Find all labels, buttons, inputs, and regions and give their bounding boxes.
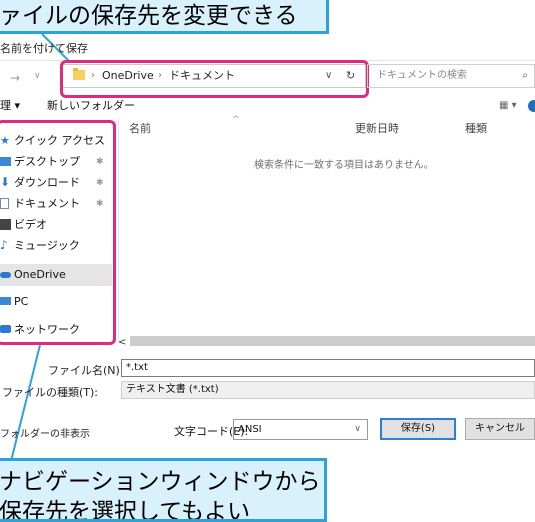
- encoding-select[interactable]: ANSI ∨: [233, 419, 368, 440]
- search-input[interactable]: ドキュメントの検索 ⌕: [367, 64, 535, 88]
- filetype-select[interactable]: テキスト文書 (*.txt): [121, 381, 535, 399]
- navigation-pane-highlight: [0, 120, 116, 345]
- help-icon[interactable]: [528, 100, 535, 112]
- scroll-left-button[interactable]: <: [118, 337, 126, 348]
- recent-locations-button[interactable]: ∨: [34, 71, 41, 81]
- callout-leader-bottom: [10, 344, 41, 460]
- toolbar: 理 ▾ 新しいフォルダー ▦ ▾: [0, 95, 535, 117]
- hide-folders-button[interactable]: フォルダーの非表示: [0, 425, 90, 440]
- filetype-value: テキスト文書 (*.txt): [126, 384, 219, 395]
- view-options-button[interactable]: ▦ ▾: [499, 95, 517, 117]
- filetype-label: ファイルの種類(T):: [2, 386, 99, 399]
- chevron-down-icon: ∨: [354, 424, 361, 434]
- filename-label: ファイル名(N):: [48, 364, 124, 377]
- column-header-name[interactable]: 名前: [129, 120, 151, 136]
- callout-bottom: ナビゲーションウィンドウから 保存先を選択してもよい: [0, 458, 327, 522]
- column-header-modified[interactable]: 更新日時: [355, 120, 399, 136]
- dialog-title: 名前を付けて保存: [0, 42, 88, 55]
- scrollbar-thumb[interactable]: [130, 336, 535, 346]
- encoding-value: ANSI: [238, 424, 262, 435]
- search-icon[interactable]: ⌕: [522, 65, 528, 87]
- column-header-type[interactable]: 種類: [465, 120, 487, 136]
- cancel-button[interactable]: キャンセル: [465, 418, 535, 440]
- organize-button[interactable]: 理 ▾: [0, 95, 20, 117]
- search-placeholder: ドキュメントの検索: [377, 70, 467, 81]
- forward-button[interactable]: →: [10, 71, 20, 85]
- filename-input[interactable]: *.txt: [121, 359, 535, 377]
- pane-divider[interactable]: [118, 118, 119, 343]
- address-bar-highlight: [60, 60, 369, 98]
- callout-top: ァイルの保存先を変更できる: [0, 0, 329, 34]
- save-button[interactable]: 保存(S): [380, 418, 456, 440]
- callout-bottom-text: ナビゲーションウィンドウから 保存先を選択してもよい: [0, 469, 321, 522]
- sort-arrow-icon: ^: [232, 115, 240, 125]
- filename-value: *.txt: [126, 362, 148, 373]
- empty-message: 検索条件に一致する項目はありません。: [254, 160, 434, 171]
- callout-top-text: ァイルの保存先を変更できる: [0, 3, 298, 29]
- new-folder-button[interactable]: 新しいフォルダー: [47, 95, 135, 117]
